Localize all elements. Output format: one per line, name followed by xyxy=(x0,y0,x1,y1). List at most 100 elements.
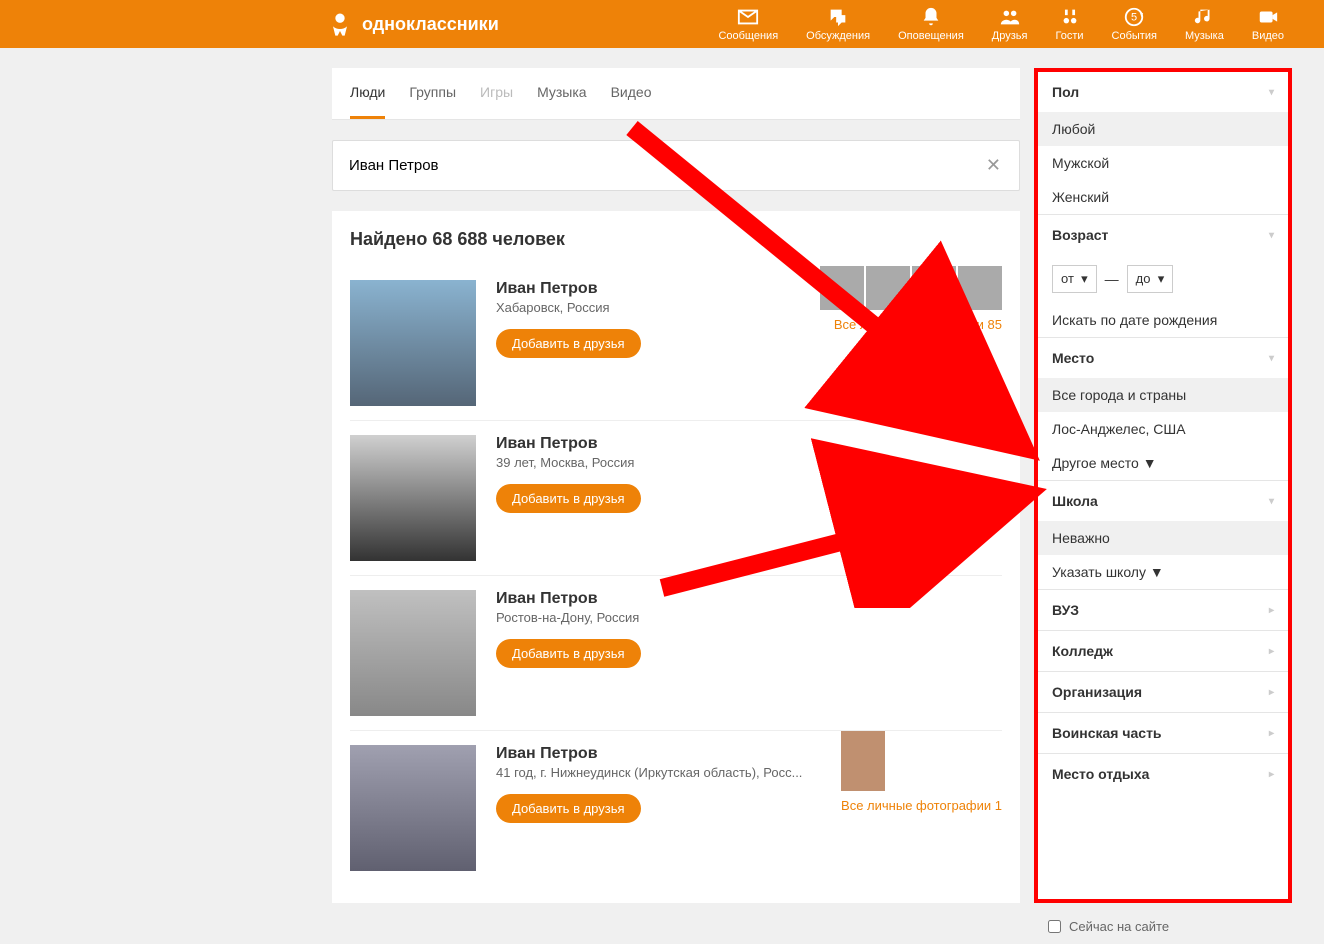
filters-sidebar: Пол ▾ Любой Мужской Женский Возраст ▾ от… xyxy=(1034,68,1292,903)
avatar[interactable] xyxy=(350,280,476,406)
nav-music[interactable]: Музыка xyxy=(1185,6,1224,42)
chevron-right-icon: ▸ xyxy=(1269,769,1274,780)
filter-college: Колледж ▸ xyxy=(1038,631,1288,672)
photo-thumb[interactable] xyxy=(958,266,1002,310)
tab-music[interactable]: Музыка xyxy=(537,68,587,119)
nav-friends[interactable]: Друзья xyxy=(992,6,1028,42)
avatar[interactable] xyxy=(350,435,476,561)
filter-military-header[interactable]: Воинская часть ▸ xyxy=(1038,713,1288,753)
tab-people[interactable]: Люди xyxy=(350,68,385,119)
events-icon: 5 xyxy=(1123,6,1145,28)
school-any[interactable]: Неважно xyxy=(1038,521,1288,555)
person-name[interactable]: Иван Петров xyxy=(496,435,1002,453)
person-name[interactable]: Иван Петров xyxy=(496,590,1002,608)
place-la[interactable]: Лос-Анджелес, США xyxy=(1038,412,1288,446)
filter-place-header[interactable]: Место ▾ xyxy=(1038,338,1288,378)
all-photos-link[interactable]: Все личные фотографии 1 xyxy=(841,798,1002,813)
person-result: Иван Петров 39 лет, Москва, Россия Добав… xyxy=(350,421,1002,576)
person-photos: Все личные фотографии 1 xyxy=(841,731,1002,813)
guests-icon xyxy=(1059,6,1081,28)
nav-guests[interactable]: Гости xyxy=(1055,6,1083,42)
chevron-down-icon: ▾ xyxy=(1269,230,1274,241)
avatar[interactable] xyxy=(350,590,476,716)
nav-discussions[interactable]: Обсуждения xyxy=(806,6,870,42)
filter-age-header[interactable]: Возраст ▾ xyxy=(1038,215,1288,255)
friends-icon xyxy=(999,6,1021,28)
avatar[interactable] xyxy=(350,745,476,871)
nav-video[interactable]: Видео xyxy=(1252,6,1284,42)
music-icon xyxy=(1193,6,1215,28)
filter-college-header[interactable]: Колледж ▸ xyxy=(1038,631,1288,671)
school-specify[interactable]: Указать школу ▼ xyxy=(1038,555,1288,589)
online-now-checkbox[interactable] xyxy=(1048,920,1061,933)
add-friend-button[interactable]: Добавить в друзья xyxy=(496,484,641,513)
svg-text:5: 5 xyxy=(1131,12,1137,24)
filter-gender-header[interactable]: Пол ▾ xyxy=(1038,72,1288,112)
search-tabs: Люди Группы Игры Музыка Видео xyxy=(332,68,1020,120)
nav-notifications[interactable]: Оповещения xyxy=(898,6,964,42)
nav-events[interactable]: 5 События xyxy=(1112,6,1157,42)
clear-search-button[interactable]: ✕ xyxy=(980,155,1007,176)
filter-school-header[interactable]: Школа ▾ xyxy=(1038,481,1288,521)
person-result: Иван Петров Ростов-на-Дону, Россия Добав… xyxy=(350,576,1002,731)
filter-school: Школа ▾ Неважно Указать школу ▼ xyxy=(1038,481,1288,590)
online-now-filter[interactable]: Сейчас на сайте xyxy=(1034,909,1324,944)
tab-games[interactable]: Игры xyxy=(480,68,513,119)
filter-age: Возраст ▾ от ▾ — до ▾ Искать по дате рож… xyxy=(1038,215,1288,338)
filter-organization: Организация ▸ xyxy=(1038,672,1288,713)
age-to-select[interactable]: до ▾ xyxy=(1127,265,1174,293)
add-friend-button[interactable]: Добавить в друзья xyxy=(496,639,641,668)
results-count: Найдено 68 688 человек xyxy=(350,229,1002,250)
main-content: Люди Группы Игры Музыка Видео ✕ Найдено … xyxy=(332,68,1020,903)
filter-vacation: Место отдыха ▸ xyxy=(1038,754,1288,794)
top-header: одноклассники Сообщения Обсуждения Опове… xyxy=(0,0,1324,48)
search-box: ✕ xyxy=(332,140,1020,191)
envelope-icon xyxy=(737,6,759,28)
chevron-right-icon: ▸ xyxy=(1269,728,1274,739)
all-photos-link[interactable]: Все личные фотографии 85 xyxy=(834,317,1002,332)
chevron-right-icon: ▸ xyxy=(1269,687,1274,698)
gender-any[interactable]: Любой xyxy=(1038,112,1288,146)
age-from-select[interactable]: от ▾ xyxy=(1052,265,1097,293)
filter-university-header[interactable]: ВУЗ ▸ xyxy=(1038,590,1288,630)
nav-messages[interactable]: Сообщения xyxy=(718,6,778,42)
person-result: Иван Петров 41 год, г. Нижнеудинск (Ирку… xyxy=(350,731,1002,885)
chat-icon xyxy=(827,6,849,28)
filter-military: Воинская часть ▸ xyxy=(1038,713,1288,754)
video-icon xyxy=(1257,6,1279,28)
photo-thumb[interactable] xyxy=(912,266,956,310)
filter-place: Место ▾ Все города и страны Лос-Анджелес… xyxy=(1038,338,1288,481)
chevron-down-icon: ▾ xyxy=(1269,87,1274,98)
filter-vacation-header[interactable]: Место отдыха ▸ xyxy=(1038,754,1288,794)
top-nav: Сообщения Обсуждения Оповещения Друзья Г… xyxy=(718,6,1284,42)
chevron-right-icon: ▸ xyxy=(1269,646,1274,657)
tab-video[interactable]: Видео xyxy=(611,68,652,119)
chevron-down-icon: ▾ xyxy=(1269,353,1274,364)
filter-university: ВУЗ ▸ xyxy=(1038,590,1288,631)
person-location: Ростов-на-Дону, Россия xyxy=(496,610,1002,625)
photo-thumb[interactable] xyxy=(841,731,885,791)
brand-text: одноклассники xyxy=(362,14,499,35)
chevron-down-icon: ▾ xyxy=(1269,496,1274,507)
tab-groups[interactable]: Группы xyxy=(409,68,456,119)
photo-thumb[interactable] xyxy=(866,266,910,310)
gender-male[interactable]: Мужской xyxy=(1038,146,1288,180)
place-other[interactable]: Другое место ▼ xyxy=(1038,446,1288,480)
place-all[interactable]: Все города и страны xyxy=(1038,378,1288,412)
bell-icon xyxy=(920,6,942,28)
add-friend-button[interactable]: Добавить в друзья xyxy=(496,794,641,823)
person-photos: Все личные фотографии 85 xyxy=(820,266,1002,332)
ok-logo-icon xyxy=(326,10,354,38)
person-location: 39 лет, Москва, Россия xyxy=(496,455,1002,470)
person-result: Иван Петров Хабаровск, Россия Добавить в… xyxy=(350,266,1002,421)
search-results: Найдено 68 688 человек Иван Петров Хабар… xyxy=(332,211,1020,903)
filter-organization-header[interactable]: Организация ▸ xyxy=(1038,672,1288,712)
photo-thumb[interactable] xyxy=(820,266,864,310)
search-input[interactable] xyxy=(345,153,980,178)
logo[interactable]: одноклассники xyxy=(326,10,499,38)
chevron-right-icon: ▸ xyxy=(1269,605,1274,616)
search-by-birthday[interactable]: Искать по дате рождения xyxy=(1038,303,1288,337)
add-friend-button[interactable]: Добавить в друзья xyxy=(496,329,641,358)
filter-gender: Пол ▾ Любой Мужской Женский xyxy=(1038,72,1288,215)
gender-female[interactable]: Женский xyxy=(1038,180,1288,214)
